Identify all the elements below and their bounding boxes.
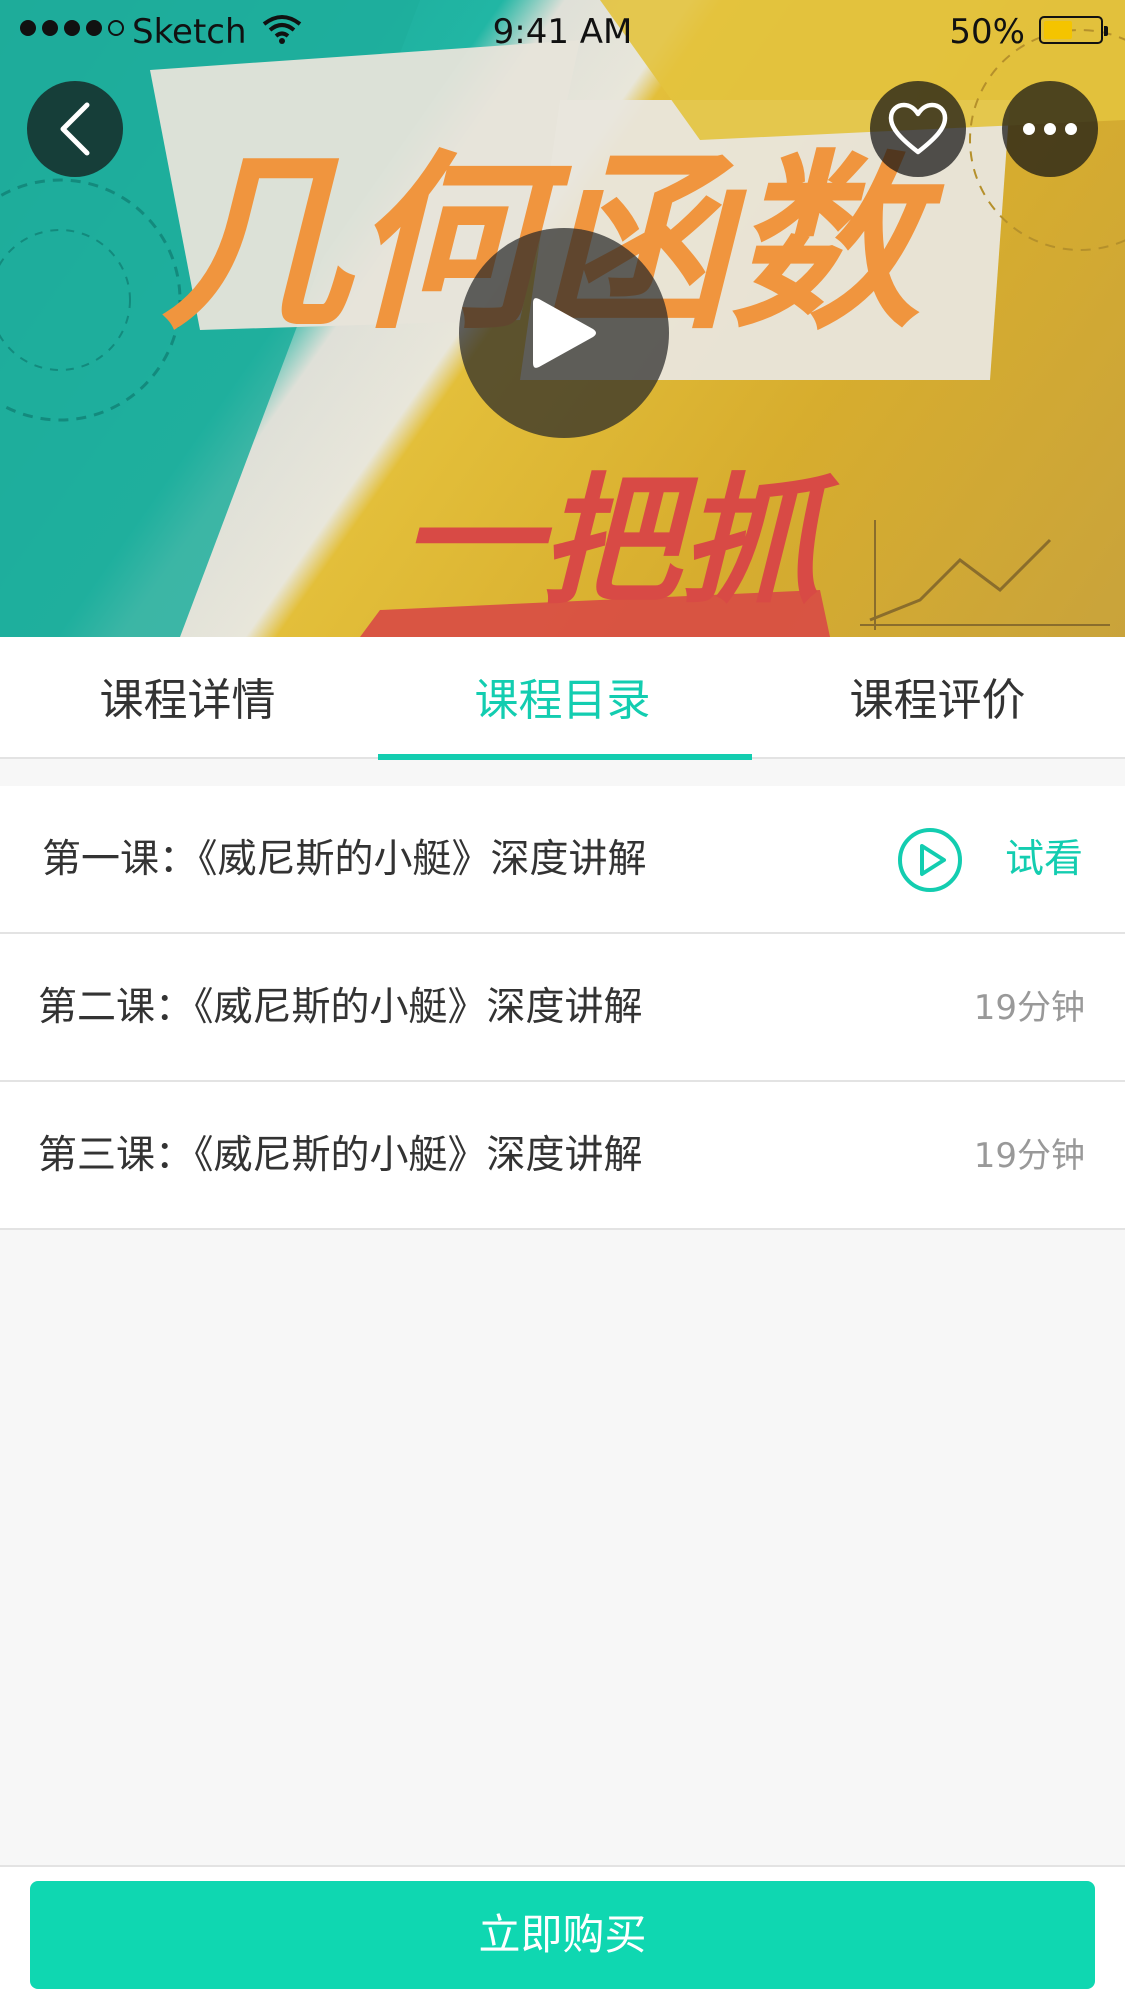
battery-icon <box>1039 16 1108 44</box>
favorite-button[interactable] <box>870 81 966 177</box>
back-button[interactable] <box>27 81 123 177</box>
status-bar: Sketch 9:41 AM 50% <box>0 0 1125 64</box>
course-tabs: 课程详情 课程目录 课程评价 <box>0 637 1125 759</box>
lesson-duration: 19分钟 <box>973 1136 1085 1176</box>
active-tab-indicator <box>378 754 752 760</box>
list-item[interactable]: 第一课：《威尼斯的小艇》深度讲解 试看 <box>0 786 1125 934</box>
list-item[interactable]: 第二课：《威尼斯的小艇》深度讲解 19分钟 <box>0 934 1125 1082</box>
play-video-button[interactable] <box>459 228 669 438</box>
lesson-duration: 19分钟 <box>973 988 1085 1028</box>
play-circle-icon[interactable] <box>896 826 964 894</box>
cover-title-line2: 一把抓 <box>400 461 840 624</box>
tab-course-catalog[interactable]: 课程目录 <box>375 637 750 757</box>
play-icon <box>533 298 596 368</box>
lesson-list: 第一课：《威尼斯的小艇》深度讲解 试看 第二课：《威尼斯的小艇》深度讲解 19分… <box>0 786 1125 1230</box>
bottom-bar: 立即购买 <box>0 1865 1125 2001</box>
tab-course-details[interactable]: 课程详情 <box>0 637 375 757</box>
battery-percent: 50% <box>949 12 1025 52</box>
lesson-title: 第一课：《威尼斯的小艇》深度讲解 <box>42 837 647 882</box>
tab-course-reviews[interactable]: 课程评价 <box>750 637 1125 757</box>
buy-now-button[interactable]: 立即购买 <box>30 1881 1095 1989</box>
lesson-title: 第三课：《威尼斯的小艇》深度讲解 <box>38 1133 643 1178</box>
chevron-left-icon <box>60 102 90 156</box>
ellipsis-icon <box>1023 123 1077 135</box>
list-item[interactable]: 第三课：《威尼斯的小艇》深度讲解 19分钟 <box>0 1082 1125 1230</box>
trial-watch-link[interactable]: 试看 <box>1005 786 1083 934</box>
more-button[interactable] <box>1002 81 1098 177</box>
heart-icon <box>888 102 948 155</box>
course-cover: 几何函数 一把抓 Sketch 9:41 AM 50% <box>0 0 1125 637</box>
lesson-title: 第二课：《威尼斯的小艇》深度讲解 <box>38 985 643 1030</box>
